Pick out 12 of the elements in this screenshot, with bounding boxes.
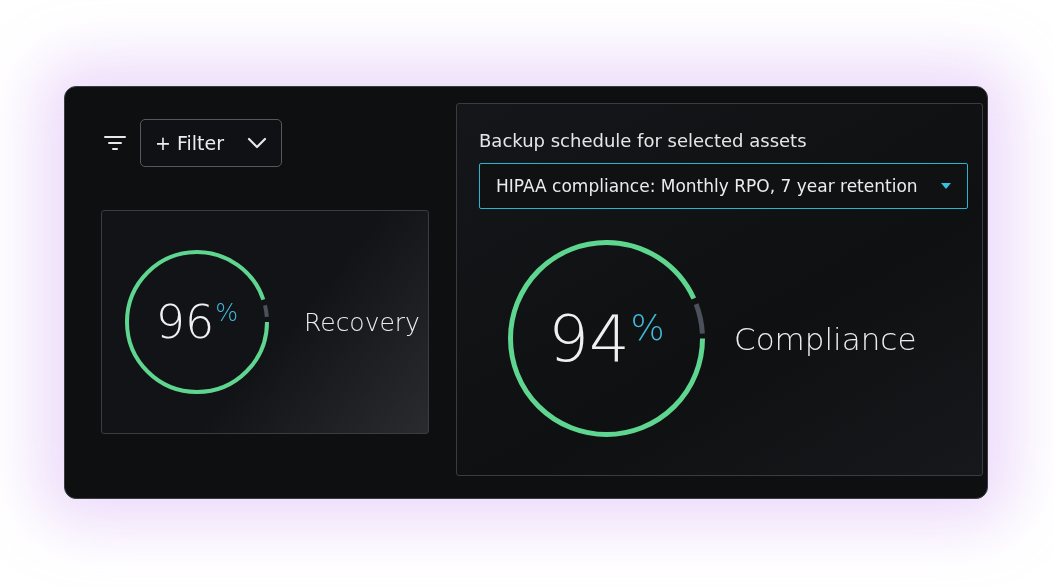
gauge-label: Recovery [304, 307, 420, 337]
chevron-down-icon [247, 137, 267, 149]
gauge-value: 96 [155, 299, 215, 345]
percent-sign: % [630, 306, 665, 348]
dropdown-label: Backup schedule for selected assets [479, 130, 808, 151]
filter-button[interactable]: + Filter [140, 119, 282, 167]
gauge-label: Compliance [734, 320, 917, 357]
gauge-value: 94 [548, 306, 630, 371]
schedule-dropdown[interactable]: HIPAA compliance: Monthly RPO, 7 year retention [479, 163, 968, 209]
caret-icon [941, 183, 951, 189]
percent-sign: % [215, 299, 239, 327]
filter-icon[interactable] [104, 135, 126, 151]
